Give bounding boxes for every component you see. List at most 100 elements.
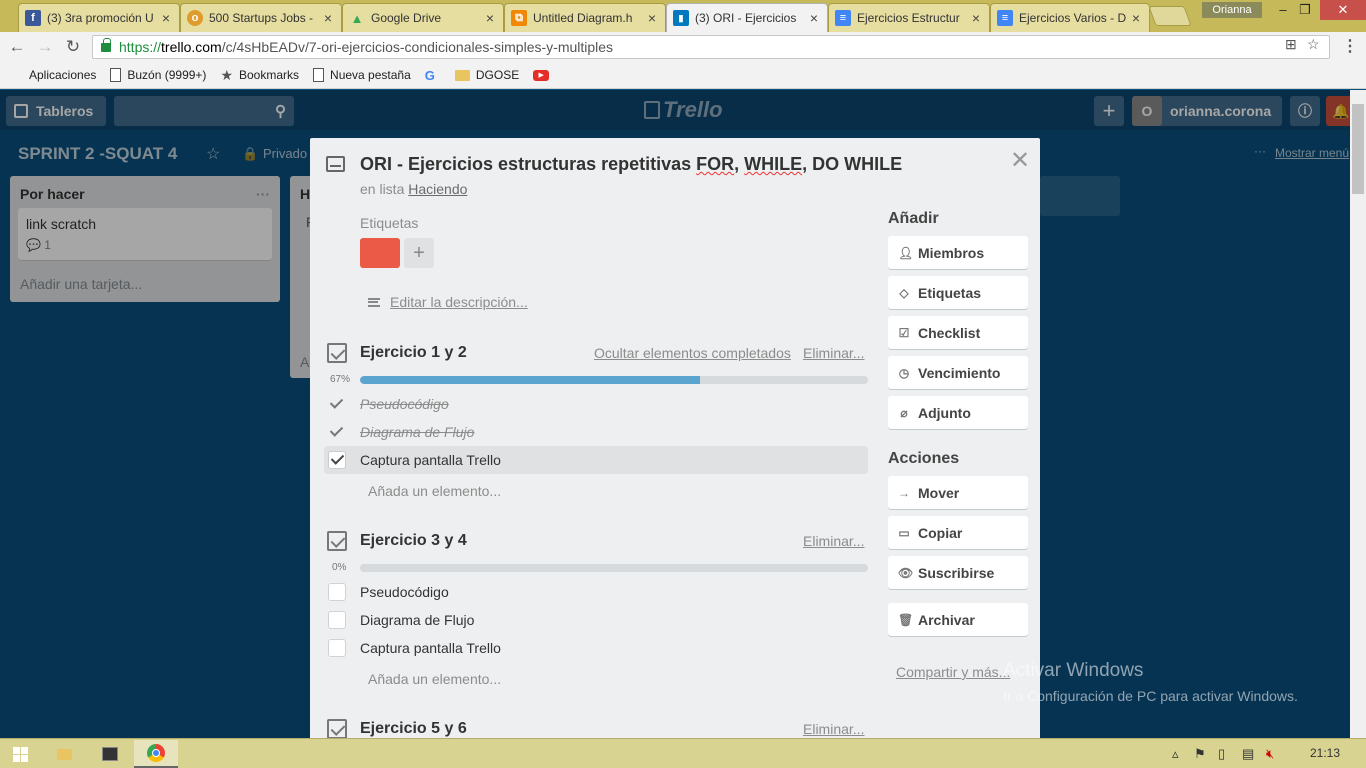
info-icon[interactable]: ⓘ [1290,96,1320,126]
label-red[interactable] [360,238,400,268]
archive-button[interactable]: 🗑︎ Archivar [888,603,1028,636]
checklist-title[interactable]: Ejercicio 3 y 4 [360,532,467,550]
add-card-link[interactable]: Añadir una tarjeta... [10,268,280,302]
checkbox[interactable] [328,583,346,601]
copy-button[interactable]: ▭ Copiar [888,516,1028,549]
checkbox[interactable] [328,423,346,441]
checkbox[interactable] [328,451,346,469]
checklist-item[interactable]: Captura pantalla Trello [324,446,868,474]
browser-tab-500-startups[interactable]: o 500 Startups Jobs - × [180,3,342,32]
checkbox[interactable] [328,639,346,657]
hide-completed-link[interactable]: Ocultar elementos completados [594,345,791,361]
flag-icon[interactable]: ⚑ [1194,746,1206,762]
close-icon[interactable]: × [483,10,497,26]
delete-checklist-link[interactable]: Eliminar... [803,721,864,737]
list-link[interactable]: Haciendo [408,181,467,197]
archive-icon: 🗑︎ [898,612,914,627]
add-list-placeholder[interactable] [1040,176,1120,216]
boards-button[interactable]: Tableros [6,96,106,126]
browser-tab-trello[interactable]: ▮ (3) ORI - Ejercicios × [666,3,828,32]
add-item-link[interactable]: Añada un elemento... [368,671,501,687]
new-tab-button[interactable] [1148,6,1192,26]
scrollbar-thumb[interactable] [1352,104,1364,194]
volume-muted-icon[interactable]: 🔇︎ [1266,746,1274,762]
bookmark-youtube[interactable]: ▶ [533,69,555,81]
browser-tab-docs-1[interactable]: ≡ Ejercicios Estructur × [828,3,990,32]
tab-title: (3) ORI - Ejercicios [695,11,797,25]
close-icon[interactable]: × [645,10,659,26]
star-icon[interactable]: ☆ [1307,36,1320,53]
browser-tab-drawio[interactable]: ⧉ Untitled Diagram.h × [504,3,666,32]
members-button[interactable]: 👤︎ Miembros [888,236,1028,269]
battery-icon[interactable]: ▯ [1218,746,1225,762]
add-button[interactable]: + [1094,96,1124,126]
file-explorer-icon[interactable] [42,740,86,768]
close-icon[interactable]: × [159,10,173,26]
list-header[interactable]: Por hacer ··· [10,176,280,208]
bookmark-buzon[interactable]: Buzón (9999+) [110,68,206,82]
network-icon[interactable]: ▤ [1242,746,1254,762]
address-bar[interactable]: https:// trello.com /c/4sHbEADv/7-ori-ej… [92,35,1330,59]
list-menu-icon[interactable]: ··· [256,186,270,202]
share-more-link[interactable]: Compartir y más... [896,664,1010,680]
card-link-scratch[interactable]: link scratch 💬 1 [18,208,272,260]
attachment-button[interactable]: ⌀ Adjunto [888,396,1028,429]
add-item-link[interactable]: Añada un elemento... [368,483,501,499]
add-label-button[interactable]: + [404,238,434,268]
chrome-taskbar-icon[interactable] [134,740,178,768]
subscribe-button[interactable]: 👁︎ Suscribirse [888,556,1028,589]
restore-icon[interactable]: ❐ [1290,0,1320,20]
star-icon[interactable]: ☆ [206,144,220,164]
close-icon[interactable]: ✕ [1010,146,1030,175]
profile-button[interactable]: Orianna [1202,2,1262,18]
browser-tab-docs-2[interactable]: ≡ Ejercicios Varios - D × [990,3,1150,32]
close-icon[interactable]: × [1129,10,1143,26]
checklist-item[interactable]: Pseudocódigo [324,390,868,418]
close-icon[interactable]: × [321,10,335,26]
browser-tab-facebook[interactable]: f (3) 3ra promoción U × [18,3,180,32]
bookmark-google[interactable]: G [425,68,441,83]
visibility-label[interactable]: Privado [263,146,307,161]
labels-button[interactable]: ◇ Etiquetas [888,276,1028,309]
checklist-item[interactable]: Diagrama de Flujo [324,606,868,634]
show-menu-link[interactable]: Mostrar menú [1275,146,1349,160]
forward-arrow-icon[interactable]: → [34,36,56,58]
close-icon[interactable]: × [969,10,983,26]
checklist-item[interactable]: Pseudocódigo [324,578,868,606]
browser-tab-google-drive[interactable]: ▲ Google Drive × [342,3,504,32]
member-menu[interactable]: O orianna.corona [1132,96,1282,126]
checklist-title[interactable]: Ejercicio 5 y 6 [360,720,467,738]
edit-description-link[interactable]: Editar la descripción... [368,294,528,310]
checkbox[interactable] [328,611,346,629]
chevron-up-icon[interactable]: ▵ [1172,746,1179,762]
chrome-menu-icon[interactable]: ⋮ [1342,36,1358,56]
checklist-button[interactable]: ☑ Checklist [888,316,1028,349]
clock[interactable]: 21:13 [1310,746,1340,760]
bookmark-nueva-pestana[interactable]: Nueva pestaña [313,68,411,82]
checkbox[interactable] [328,395,346,413]
board-title[interactable]: SPRINT 2 -SQUAT 4 [18,144,177,164]
close-icon[interactable]: × [807,10,821,26]
card-badges: 💬 1 [26,238,264,252]
windows-start-icon[interactable] [0,740,40,768]
checklist-title[interactable]: Ejercicio 1 y 2 [360,344,467,362]
search-input[interactable]: ⚲ [114,96,294,126]
trello-logo-icon [644,101,660,119]
add-card-fragment[interactable]: A [300,354,309,370]
reload-icon[interactable]: ↻ [62,36,84,58]
window-close-button[interactable]: ✕ [1320,0,1366,20]
checklist-item[interactable]: Diagrama de Flujo [324,418,868,446]
card-title[interactable]: ORI - Ejercicios estructuras repetitivas… [360,154,902,175]
move-button[interactable]: → Mover [888,476,1028,509]
back-arrow-icon[interactable]: ← [6,36,28,58]
terminal-app-icon[interactable] [88,740,132,768]
bookmark-dgose[interactable]: DGOSE [454,68,519,82]
bookmark-bookmarks[interactable]: ★ Bookmarks [220,67,299,84]
delete-checklist-link[interactable]: Eliminar... [803,345,864,361]
checklist-item[interactable]: Captura pantalla Trello [324,634,868,662]
translate-icon[interactable]: ⊞ [1285,36,1297,53]
delete-checklist-link[interactable]: Eliminar... [803,533,864,549]
due-date-button[interactable]: ◷ Vencimiento [888,356,1028,389]
bookmark-apps[interactable]: Aplicaciones [10,68,96,82]
page-scrollbar[interactable] [1350,90,1366,738]
